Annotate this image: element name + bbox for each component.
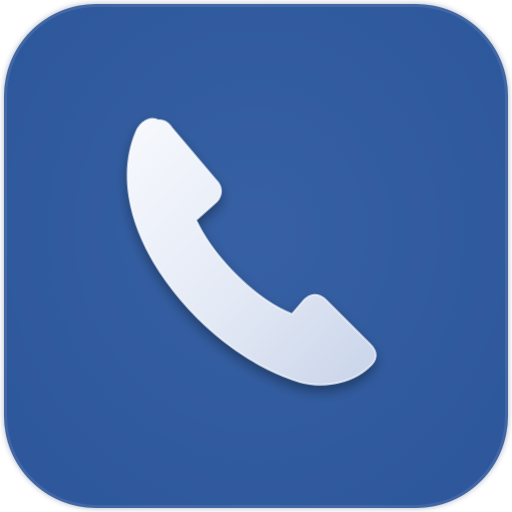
app-icon[interactable] [0, 0, 512, 512]
phone-icon [126, 117, 377, 386]
